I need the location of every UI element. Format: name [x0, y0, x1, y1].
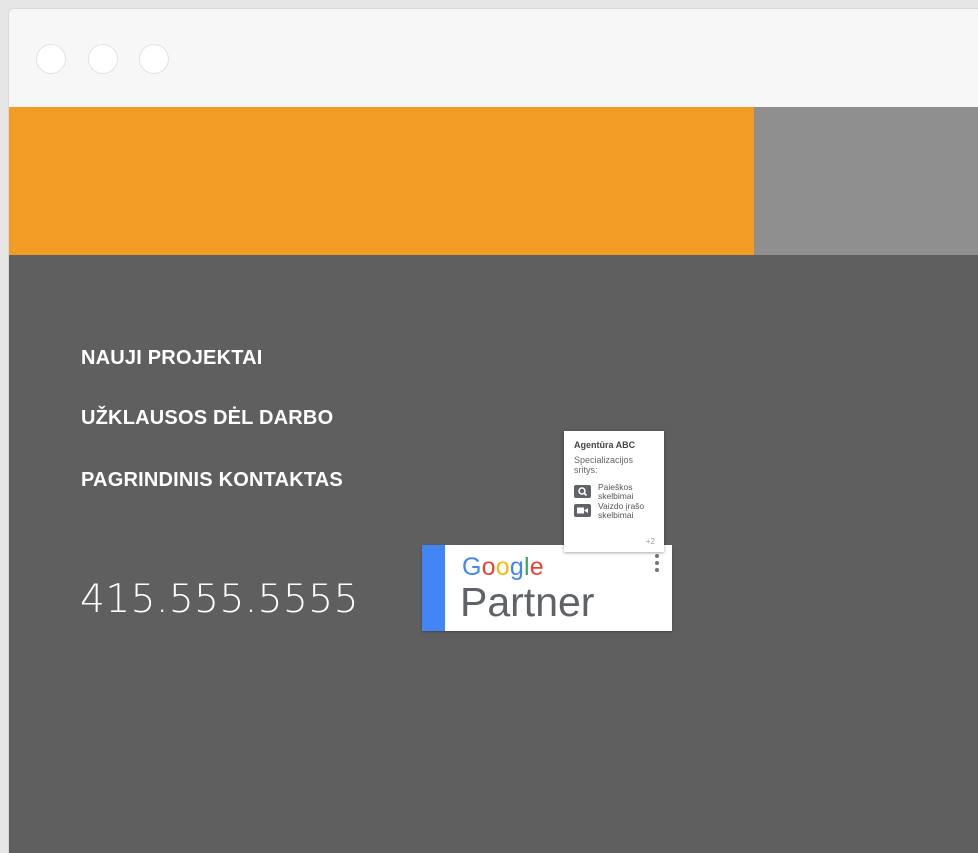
- google-partner-badge[interactable]: Google Partner: [422, 545, 672, 631]
- partner-info-card: Agentūra ABC Specializacijos sritys: Pai…: [564, 431, 664, 552]
- footer-section: NAUJI PROJEKTAI UŽKLAUSOS DĖL DARBO PAGR…: [9, 255, 978, 853]
- footer-link-main-contact[interactable]: PAGRINDINIS KONTAKTAS: [81, 469, 343, 492]
- window-titlebar: [9, 9, 978, 107]
- google-letter: g: [509, 553, 524, 581]
- window-minimize-button[interactable]: [88, 44, 118, 74]
- more-vert-icon[interactable]: [652, 554, 662, 576]
- video-icon: [574, 504, 591, 517]
- google-wordmark: Google: [462, 553, 544, 582]
- google-letter: G: [462, 553, 482, 581]
- more-specializations-count[interactable]: +2: [646, 537, 655, 546]
- window-close-button[interactable]: [36, 44, 66, 74]
- footer-link-job-inquiries[interactable]: UŽKLAUSOS DĖL DARBO: [81, 407, 333, 430]
- header-banner: [9, 107, 978, 255]
- google-letter: o: [481, 553, 496, 581]
- specialization-search: Paieškos skelbimai: [574, 483, 660, 503]
- specializations-heading: Specializacijos sritys:: [574, 455, 634, 475]
- browser-window: NAUJI PROJEKTAI UŽKLAUSOS DĖL DARBO PAGR…: [8, 8, 978, 853]
- specialization-video: Vaizdo įrašo skelbimai: [574, 502, 660, 522]
- google-letter: e: [529, 553, 544, 581]
- badge-blue-stripe: [422, 545, 445, 631]
- partner-label: Partner: [460, 579, 595, 625]
- search-icon: [574, 485, 591, 498]
- banner-orange-block: [9, 107, 754, 255]
- specialization-label: Paieškos skelbimai: [598, 482, 634, 501]
- agency-name: Agentūra ABC: [574, 440, 636, 450]
- google-letter: o: [495, 553, 510, 581]
- window-maximize-button[interactable]: [139, 44, 169, 74]
- phone-number[interactable]: 415.555.5555: [80, 577, 359, 622]
- footer-link-new-projects[interactable]: NAUJI PROJEKTAI: [81, 347, 263, 370]
- banner-gray-block: [754, 107, 978, 255]
- specialization-label: Vaizdo įrašo skelbimai: [598, 501, 645, 520]
